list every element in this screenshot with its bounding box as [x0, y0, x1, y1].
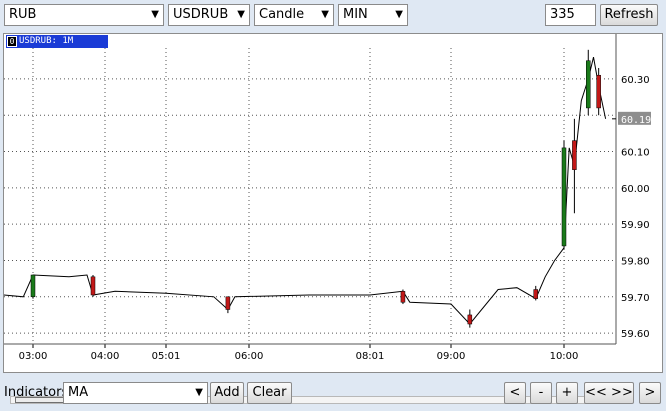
zoom-in-button[interactable]: + — [556, 382, 578, 404]
y-tick-label: 60.00 — [621, 184, 650, 195]
interval-select[interactable]: MIN ▼ — [338, 4, 408, 26]
chart-title-bar: 0 USDRUB: 1M — [6, 35, 108, 48]
instrument-select[interactable]: USDRUB ▼ — [168, 4, 250, 26]
y-tick-label: 59.80 — [621, 256, 650, 267]
candle-down — [596, 74, 601, 109]
candle-down — [90, 276, 96, 296]
refresh-button[interactable]: Refresh — [600, 4, 658, 26]
y-tick-label: 59.70 — [621, 293, 650, 304]
chart-type-select-value: Candle — [259, 7, 305, 22]
chevron-down-icon: ▼ — [237, 9, 245, 20]
indicators-label: Indicators — [4, 385, 69, 400]
current-price-label: 60.19 — [621, 115, 651, 126]
chevron-down-icon: ▼ — [395, 9, 403, 20]
candle-up — [586, 60, 591, 109]
zoom-out-button[interactable]: - — [530, 382, 552, 404]
y-tick-label: 60.30 — [621, 75, 650, 86]
x-tick-label: 04:00 — [91, 351, 120, 362]
chevron-down-icon: ▼ — [195, 387, 203, 398]
candle-down — [467, 314, 473, 325]
candle-up — [30, 274, 36, 298]
chart-type-select[interactable]: Candle ▼ — [254, 4, 334, 26]
scroll-left-button[interactable]: < — [504, 382, 526, 404]
candle-down — [572, 140, 577, 170]
scroll-right-button[interactable]: > — [639, 382, 661, 404]
chevron-down-icon: ▼ — [321, 9, 329, 20]
x-tick-label: 06:00 — [235, 351, 264, 362]
x-tick-label: 10:00 — [550, 351, 579, 362]
chart-index-badge[interactable]: 0 — [7, 36, 17, 47]
y-tick-label: 59.60 — [621, 329, 650, 340]
currency-select[interactable]: RUB ▼ — [4, 4, 164, 26]
indicator-select-value: MA — [68, 385, 89, 400]
indicator-select[interactable]: MA ▼ — [63, 382, 208, 404]
x-tick-label: 08:01 — [356, 351, 385, 362]
x-tick-label: 05:01 — [152, 351, 181, 362]
chart-panel[interactable]: 60.3060.2060.1060.0059.9059.8059.7059.60… — [3, 33, 663, 404]
price-chart[interactable]: 60.3060.2060.1060.0059.9059.8059.7059.60… — [4, 34, 662, 372]
add-indicator-button[interactable]: Add — [210, 382, 244, 404]
chevron-down-icon: ▼ — [151, 9, 159, 20]
bar-count-input[interactable]: 335 — [545, 4, 596, 26]
instrument-select-value: USDRUB — [173, 7, 229, 22]
currency-select-value: RUB — [9, 7, 37, 22]
candle-down — [533, 289, 538, 299]
interval-select-value: MIN — [343, 7, 368, 22]
candle-up — [561, 147, 567, 247]
chart-title: USDRUB: 1M — [19, 36, 74, 46]
y-tick-label: 59.90 — [621, 220, 650, 231]
candle-down — [225, 296, 231, 310]
x-tick-label: 03:00 — [19, 351, 48, 362]
fit-all-button[interactable]: << >> — [584, 382, 634, 404]
clear-indicators-button[interactable]: Clear — [247, 382, 292, 404]
candle-down — [400, 291, 406, 303]
x-tick-label: 09:00 — [437, 351, 466, 362]
y-tick-label: 60.10 — [621, 148, 650, 159]
